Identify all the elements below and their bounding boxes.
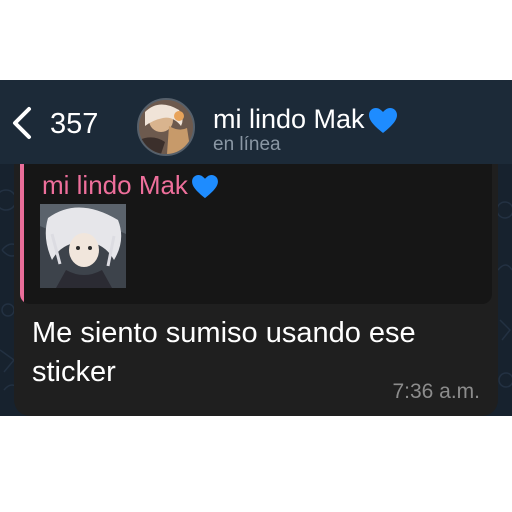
reply-sticker-thumbnail[interactable] — [40, 204, 126, 288]
screenshot: 357 mi lindo Mak en línea mi lindo Mak M… — [0, 0, 512, 512]
blue-heart-icon — [368, 107, 397, 133]
reply-author: mi lindo Mak — [42, 168, 218, 202]
contact-name[interactable]: mi lindo Mak — [213, 104, 397, 134]
contact-name-text: mi lindo Mak — [213, 104, 365, 134]
back-chevron-icon[interactable] — [10, 106, 34, 140]
blue-heart-icon — [192, 175, 218, 199]
avatar-image — [139, 100, 193, 154]
message-bubble[interactable]: mi lindo Mak Me siento sumiso usando ese… — [14, 164, 498, 416]
message-timestamp: 7:36 a.m. — [392, 380, 480, 403]
reply-preview[interactable]: mi lindo Mak — [20, 164, 492, 304]
unread-count[interactable]: 357 — [50, 108, 98, 140]
contact-status: en línea — [213, 134, 281, 155]
chat-screen: 357 mi lindo Mak en línea mi lindo Mak M… — [0, 80, 512, 416]
reply-accent-bar — [20, 164, 24, 304]
sticker-image — [40, 204, 126, 288]
contact-avatar[interactable] — [137, 98, 195, 156]
reply-author-text: mi lindo Mak — [42, 170, 188, 200]
chat-header: 357 mi lindo Mak en línea — [0, 80, 512, 164]
